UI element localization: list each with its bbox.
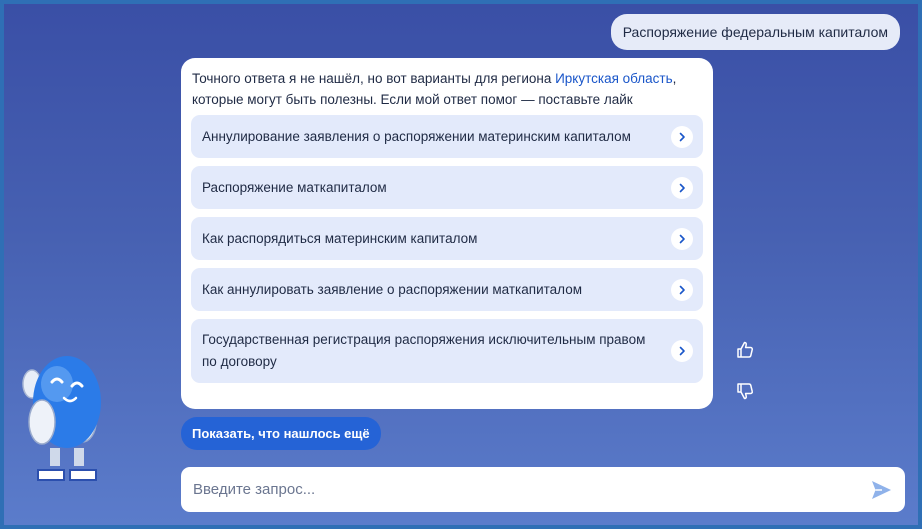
chat-window: Распоряжение федеральным капиталом Точно… (0, 0, 922, 529)
chevron-right-icon (671, 340, 693, 362)
suggestion-option-label: Как аннулировать заявление о распоряжени… (202, 281, 582, 297)
show-more-label: Показать, что нашлось ещё (192, 426, 370, 441)
suggestion-option-label: Как распорядиться материнским капиталом (202, 230, 478, 246)
thumbs-up-icon[interactable] (735, 340, 755, 365)
suggestion-option[interactable]: Государственная регистрация распоряжения… (191, 319, 703, 383)
chevron-right-icon (671, 176, 693, 199)
suggestion-option-label: Аннулирование заявления о распоряжении м… (202, 128, 631, 144)
region-link[interactable]: Иркутская область (555, 71, 673, 86)
suggestion-option[interactable]: Как аннулировать заявление о распоряжени… (191, 268, 703, 311)
chevron-right-icon (671, 278, 693, 301)
assistant-answer-card: Точного ответа я не нашёл, но вот вариан… (181, 58, 713, 409)
user-message-bubble: Распоряжение федеральным капиталом (610, 14, 900, 50)
user-message-text: Распоряжение федеральным капиталом (622, 24, 888, 40)
send-icon[interactable] (869, 478, 893, 502)
suggestion-option-label: Государственная регистрация распоряжения… (202, 332, 646, 369)
show-more-button[interactable]: Показать, что нашлось ещё (181, 417, 381, 450)
query-input[interactable] (193, 481, 869, 498)
thumbs-down-icon[interactable] (735, 381, 755, 406)
assistant-mascot (22, 356, 101, 481)
suggestion-option-label: Распоряжение маткапиталом (202, 179, 387, 195)
answer-intro-before: Точного ответа я не нашёл, но вот вариан… (192, 71, 556, 86)
chevron-right-icon (671, 125, 693, 148)
suggestion-option[interactable]: Распоряжение маткапиталом (191, 166, 703, 209)
suggestion-option[interactable]: Как распорядиться материнским капиталом (191, 217, 703, 260)
chevron-right-icon (671, 227, 693, 250)
answer-intro: Точного ответа я не нашёл, но вот вариан… (191, 68, 703, 110)
query-input-bar (181, 467, 905, 512)
suggestion-option[interactable]: Аннулирование заявления о распоряжении м… (191, 115, 703, 158)
